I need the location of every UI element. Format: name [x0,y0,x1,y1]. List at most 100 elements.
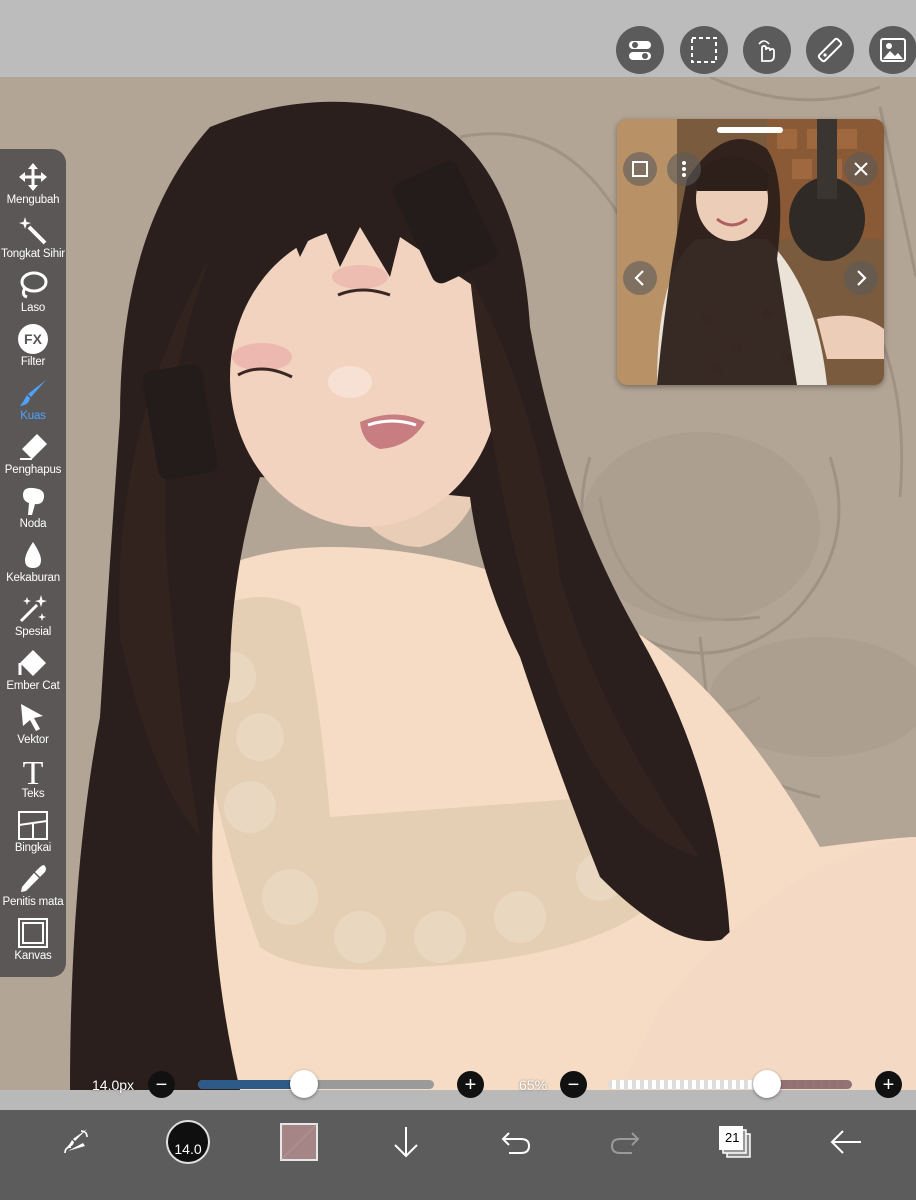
arrow-down-icon [394,1127,418,1158]
ref-prev-button[interactable] [623,261,657,295]
tool-label: Spesial [14,626,52,638]
tool-blur[interactable]: Kekaburan [0,537,66,591]
blur-drop-icon [25,542,41,568]
eyedropper-icon [21,865,46,892]
tool-label: Bingkai [14,842,52,854]
square-icon [632,161,648,177]
tool-eyedropper[interactable]: Penitis mata [0,861,66,915]
tool-vector[interactable]: Vektor [0,699,66,753]
reference-photo [617,119,884,385]
layers-button[interactable]: 21 [713,1120,757,1164]
undo-button[interactable] [494,1120,538,1164]
undo-icon [501,1132,531,1154]
brush-settings-icon [64,1129,88,1154]
brush-size-value: 14.0px [92,1077,135,1093]
text-icon: T [23,755,44,787]
brush-icon [20,380,46,406]
back-arrow-icon [830,1130,861,1154]
brush-size-display: 14.0 [174,1141,202,1157]
ref-square-button[interactable] [623,152,657,186]
frame-icon [18,811,48,840]
layer-toggle-icon [629,41,651,60]
image-icon [880,38,906,62]
selection-icon [691,37,717,63]
bottom-toolbar [0,1110,916,1200]
paint-bucket-icon [18,650,46,676]
color-swatch-icon [280,1123,318,1161]
opacity-increase-button[interactable]: + [875,1071,902,1098]
ruler-button[interactable] [806,26,854,74]
redo-button[interactable] [603,1120,647,1164]
minus-icon: − [567,1073,580,1096]
tool-label: Penghapus [4,464,62,476]
tool-label: Teks [21,788,45,800]
ref-next-button[interactable] [844,261,878,295]
tool-label: Laso [20,302,46,314]
tool-label: Noda [19,518,47,530]
brush-settings-button[interactable] [54,1120,98,1164]
tool-label: Kekaburan [6,572,60,584]
magic-wand-icon [19,217,47,245]
hand-touch-button[interactable] [743,26,791,74]
tool-label: Kanvas [14,950,52,962]
tool-smudge[interactable]: Noda [0,483,66,537]
brush-size-increase-button[interactable]: + [457,1071,484,1098]
slider-strip [0,1090,916,1110]
chevron-left-icon [634,270,644,286]
selection-button[interactable] [680,26,728,74]
brush-size-button[interactable]: 14.0 [166,1120,210,1164]
tool-paint-bucket[interactable]: Ember Cat [0,645,66,699]
drag-handle[interactable] [717,127,783,133]
minus-icon: − [155,1073,168,1096]
sparkle-icon [19,595,47,623]
ruler-icon [817,37,843,63]
plus-icon: + [882,1073,895,1096]
vector-cursor-icon [21,704,43,731]
layer-count: 21 [725,1130,740,1145]
tool-label: Mengubah [6,194,60,206]
tool-brush[interactable]: Kuas [0,375,66,429]
brush-size-knob[interactable] [290,1070,319,1098]
svg-text:T: T [23,755,44,787]
tool-palette: Mengubah Tongkat Sihir Laso FX Filter Ku… [0,149,66,977]
tool-canvas[interactable]: Kanvas [0,915,66,969]
opacity-knob[interactable] [752,1070,781,1098]
opacity-decrease-button[interactable]: − [560,1071,587,1098]
color-button[interactable] [277,1120,321,1164]
tool-special[interactable]: Spesial [0,591,66,645]
opacity-value: 65% [519,1077,548,1093]
tool-label: Tongkat Sihir [1,248,65,260]
tool-label: Ember Cat [6,680,60,692]
reference-window[interactable] [617,119,884,385]
more-vertical-icon [682,161,686,177]
tool-transform[interactable]: Mengubah [0,159,66,213]
tool-label: Filter [20,356,46,368]
tool-label: Penitis mata [2,896,64,908]
tool-eraser[interactable]: Penghapus [0,429,66,483]
canvas-icon [18,918,48,948]
back-button[interactable] [824,1120,868,1164]
layer-toggle-button[interactable] [616,26,664,74]
tool-label: Vektor [17,734,49,746]
tool-text[interactable]: T Teks [0,753,66,807]
svg-text:FX: FX [24,331,43,347]
ref-close-button[interactable] [844,152,878,186]
download-button[interactable] [384,1120,428,1164]
reference-image-button[interactable] [869,26,916,74]
plus-icon: + [464,1073,477,1096]
chevron-right-icon [857,270,867,286]
brush-size-decrease-button[interactable]: − [148,1071,175,1098]
brush-size-fill [198,1080,305,1089]
tool-lasso[interactable]: Laso [0,267,66,321]
tool-frame[interactable]: Bingkai [0,807,66,861]
tool-filter[interactable]: FX Filter [0,321,66,375]
smudge-icon [23,487,45,515]
fx-filter-icon: FX [18,324,48,354]
move-arrows-icon [19,163,47,191]
hand-touch-icon [758,40,775,62]
tool-magic-wand[interactable]: Tongkat Sihir [0,213,66,267]
eraser-icon [20,434,47,460]
ref-more-button[interactable] [667,152,701,186]
tool-label: Kuas [20,410,46,422]
redo-icon [610,1132,640,1154]
